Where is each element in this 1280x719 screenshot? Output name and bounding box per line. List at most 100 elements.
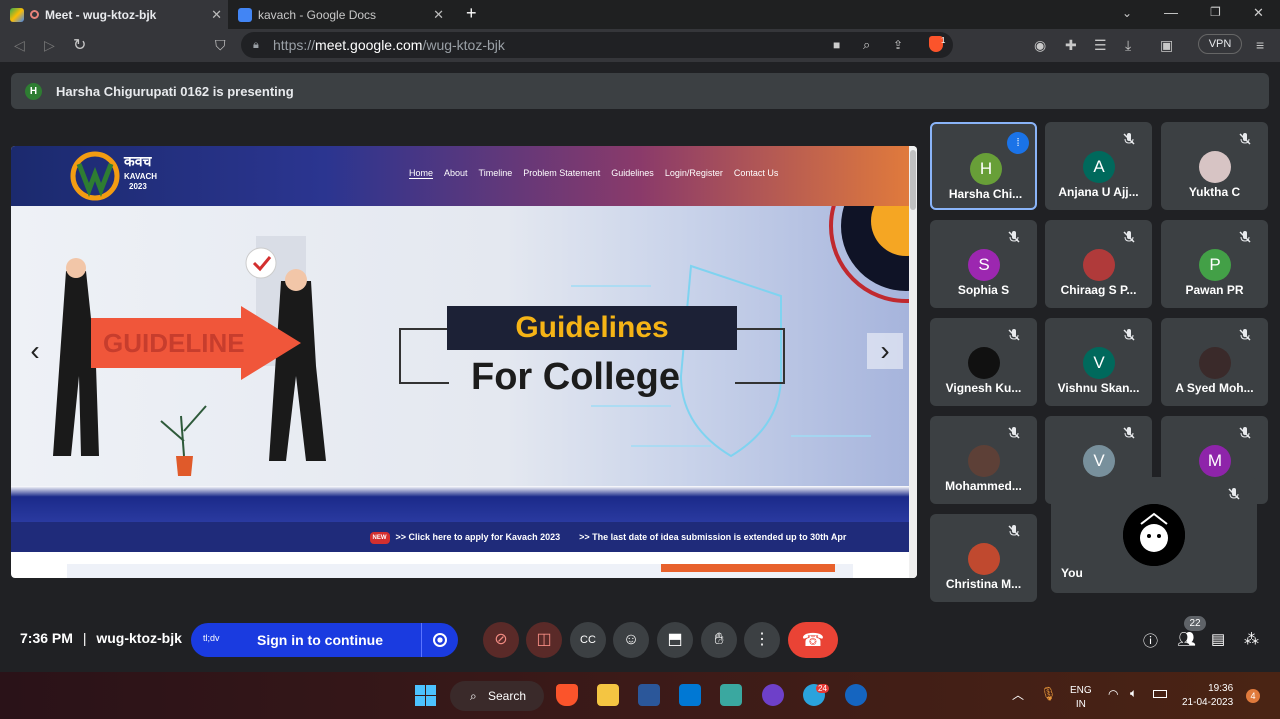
website-header: कवच KAVACH 2023 Home About Timeline Prob…: [11, 146, 909, 206]
participant-name: A Syed Moh...: [1175, 381, 1254, 395]
forward-icon[interactable]: ▷: [44, 37, 55, 54]
meeting-controls: 7:36 PM | wug-ktoz-bjk tl;dv Sign in to …: [0, 612, 1280, 668]
tab-search-icon[interactable]: ⌄: [1122, 6, 1132, 20]
participant-tile[interactable]: Vignesh Ku...: [930, 318, 1037, 406]
lang-line-2: IN: [1075, 699, 1086, 710]
close-tab-icon[interactable]: ✕: [211, 7, 222, 23]
camera-icon[interactable]: ■: [833, 32, 840, 58]
camera-toggle-button[interactable]: ◫: [526, 622, 562, 658]
participant-tile[interactable]: Chiraag S P...: [1045, 220, 1152, 308]
app-icon[interactable]: [720, 684, 742, 706]
self-tile[interactable]: You: [1051, 477, 1257, 593]
separator: |: [82, 630, 87, 646]
notification-badge[interactable]: 4: [1246, 689, 1260, 703]
docs-favicon-icon: [238, 7, 252, 22]
present-button[interactable]: ⬒: [657, 622, 693, 658]
volume-icon[interactable]: 🔈︎: [1130, 686, 1137, 701]
address-bar[interactable]: 🔒︎ https://meet.google.com/wug-ktoz-bjk …: [241, 32, 953, 58]
participant-tile[interactable]: Christina M...: [930, 514, 1037, 602]
self-avatar: [1123, 504, 1185, 566]
hero-subheading: For College: [471, 356, 681, 398]
info-icon[interactable]: ⓘ: [1143, 630, 1158, 651]
participant-name: Sophia S: [957, 283, 1010, 297]
mic-off-icon: [1008, 231, 1020, 243]
back-icon[interactable]: ◁: [14, 37, 25, 54]
participant-tile[interactable]: V Vishnu Skan...: [1045, 318, 1152, 406]
playlist-icon[interactable]: ☰: [1094, 37, 1107, 54]
microphone-tray-icon[interactable]: 🎙︎: [1040, 686, 1057, 702]
profile-icon[interactable]: ◉: [1034, 37, 1046, 54]
extensions-icon[interactable]: ✚: [1065, 37, 1077, 54]
taskbar-search[interactable]: ⌕ Search: [450, 681, 544, 711]
reactions-button[interactable]: ☺: [613, 622, 649, 658]
reload-icon[interactable]: ↻: [73, 35, 86, 55]
download-icon[interactable]: ⤓: [1125, 37, 1131, 54]
zoom-icon[interactable]: ⌕: [863, 32, 870, 58]
minimize-icon[interactable]: —: [1164, 4, 1178, 20]
participant-tile[interactable]: H Harsha Chi... ⁞: [930, 122, 1037, 210]
wallet-icon[interactable]: ▣: [1160, 37, 1173, 54]
file-explorer-icon[interactable]: [597, 684, 619, 706]
search-label: Search: [488, 689, 527, 703]
nav-login-register: Login/Register: [664, 168, 723, 178]
tab-title: Meet - wug-ktoz-bjk: [45, 7, 157, 22]
close-tab-icon[interactable]: ✕: [433, 7, 444, 23]
nav-timeline: Timeline: [478, 168, 513, 178]
tldv-signin-button[interactable]: tl;dv Sign in to continue: [191, 623, 458, 657]
activities-icon[interactable]: ⁂: [1244, 630, 1259, 648]
vpn-button[interactable]: VPN: [1198, 34, 1242, 54]
tldv-record-button[interactable]: [421, 623, 458, 657]
more-options-button[interactable]: ⋮: [744, 622, 780, 658]
wifi-icon[interactable]: ◠: [1108, 687, 1118, 701]
participant-tile[interactable]: S Sophia S: [930, 220, 1037, 308]
mic-off-icon: [1008, 329, 1020, 341]
leave-call-button[interactable]: ☎︎: [788, 622, 838, 658]
tray-chevron-icon[interactable]: ︿: [1012, 686, 1024, 703]
system-clock[interactable]: 19:36 21-04-2023: [1182, 682, 1233, 710]
captions-button[interactable]: CC: [570, 622, 606, 658]
meeting-code: wug-ktoz-bjk: [96, 630, 182, 646]
url-host: meet.google.com: [315, 37, 423, 53]
vscode-icon[interactable]: [679, 684, 701, 706]
tab-meet[interactable]: Meet - wug-ktoz-bjk ✕: [0, 0, 228, 29]
menu-icon[interactable]: ≡: [1256, 37, 1264, 53]
word-icon[interactable]: [638, 684, 660, 706]
maximize-icon[interactable]: ❐: [1210, 5, 1221, 19]
self-name: You: [1061, 566, 1083, 580]
heading-bracket-right: [735, 328, 785, 384]
participant-tile[interactable]: P Pawan PR: [1161, 220, 1268, 308]
participant-name: Vignesh Ku...: [945, 381, 1022, 395]
browser-toolbar: ◁ ▷ ↻ ⛉ 🔒︎ https://meet.google.com/wug-k…: [0, 29, 1280, 62]
people-icon[interactable]: 👥︎: [1177, 630, 1196, 648]
tab-docs[interactable]: kavach - Google Docs ✕: [230, 0, 450, 29]
share-icon[interactable]: ⇪: [893, 32, 903, 58]
participant-tile[interactable]: Yuktha C: [1161, 122, 1268, 210]
telegram-badge: 24: [816, 684, 829, 693]
close-window-icon[interactable]: ✕: [1253, 5, 1264, 21]
heading-bracket-left: [399, 328, 449, 384]
participant-tile[interactable]: Mohammed...: [930, 416, 1037, 504]
ticker-text-1: >> Click here to apply for Kavach 2023: [395, 532, 561, 542]
bookmark-icon[interactable]: ⛉: [215, 37, 226, 54]
chat-icon[interactable]: ▤: [1211, 630, 1225, 648]
raise-hand-button[interactable]: ✋︎: [701, 622, 737, 658]
ticker-text-2: >> The last date of idea submission is e…: [579, 532, 847, 542]
participant-avatar: [968, 543, 1000, 575]
presenting-text: Harsha Chigurupati 0162 is presenting: [56, 83, 294, 99]
battery-icon[interactable]: [1153, 690, 1167, 698]
shared-screen: कवच KAVACH 2023 Home About Timeline Prob…: [11, 146, 917, 578]
github-icon[interactable]: [762, 684, 784, 706]
participant-tile[interactable]: A Anjana U Ajj...: [1045, 122, 1152, 210]
presenter-avatar: H: [25, 82, 42, 100]
mic-toggle-button[interactable]: ⊘: [483, 622, 519, 658]
language-indicator[interactable]: ENG IN: [1070, 684, 1092, 712]
windows-start-icon[interactable]: [415, 685, 436, 706]
nav-contact-us: Contact Us: [733, 168, 779, 178]
participant-avatar: [1083, 249, 1115, 281]
carousel-next-icon: ›: [867, 333, 903, 369]
brave-app-icon[interactable]: [556, 684, 578, 706]
participant-tile[interactable]: A Syed Moh...: [1161, 318, 1268, 406]
new-tab-button[interactable]: +: [466, 3, 477, 24]
slide-scroll-thumb: [910, 150, 916, 210]
app-icon[interactable]: [845, 684, 867, 706]
